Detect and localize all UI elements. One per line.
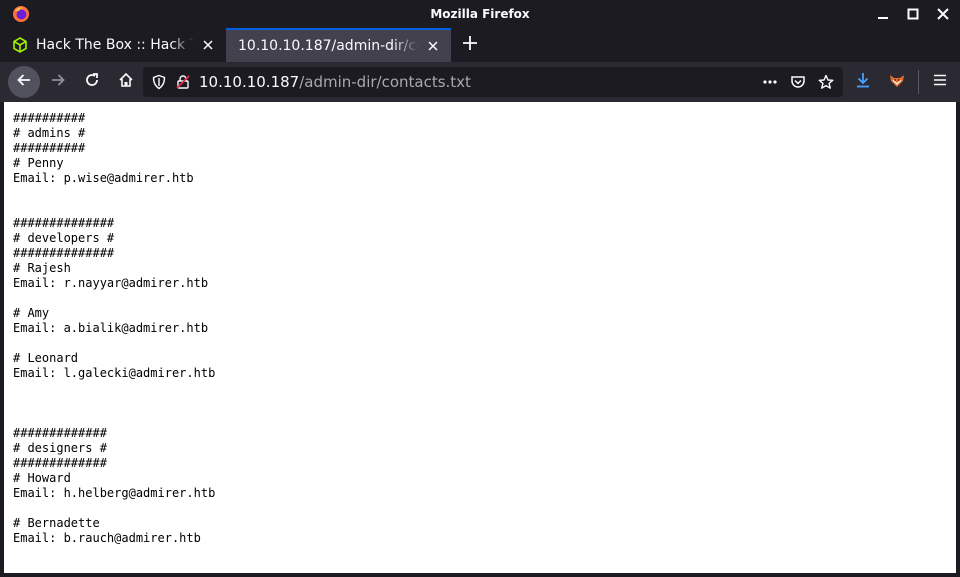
reload-button[interactable] <box>76 66 108 98</box>
tracking-protection-shield-icon[interactable] <box>151 74 167 90</box>
document-line: # Bernadette <box>13 516 100 530</box>
document-line: # Howard <box>13 471 71 485</box>
back-button[interactable] <box>8 66 40 98</box>
page-actions <box>759 71 837 93</box>
document-line: # Leonard <box>13 351 79 365</box>
forward-arrow-icon <box>50 72 66 92</box>
extension-button[interactable] <box>882 66 912 98</box>
document-line: # Penny <box>13 156 64 170</box>
url-bar[interactable]: 10.10.10.187/admin-dir/contacts.txt <box>143 67 843 97</box>
toolbar-separator <box>918 70 919 94</box>
url-host: 10.10.10.187 <box>199 73 300 91</box>
firefox-logo-icon <box>12 5 30 23</box>
tab-strip: Hack The Box :: Hack The Box 10.10.10.18… <box>0 28 960 62</box>
document-line: Email: r.nayyar@admirer.htb <box>13 276 209 290</box>
plus-icon <box>462 35 478 55</box>
document-line: # Rajesh <box>13 261 71 275</box>
close-tab-icon[interactable] <box>425 38 441 54</box>
tab-hackthebox[interactable]: Hack The Box :: Hack The Box <box>0 28 226 62</box>
hamburger-menu-icon <box>932 72 948 92</box>
document-line: # admins # <box>13 126 86 140</box>
document-line: # designers # <box>13 441 107 455</box>
new-tab-button[interactable] <box>453 28 487 62</box>
reload-icon <box>84 72 100 92</box>
insecure-lock-icon[interactable] <box>175 74 191 90</box>
document-line: ############## <box>13 246 115 260</box>
plain-text-document: ########## # admins # ########## # Penny… <box>4 102 956 546</box>
tab-contacts[interactable]: 10.10.10.187/admin-dir/contacts.txt <box>226 28 451 62</box>
page-content: ########## # admins # ########## # Penny… <box>4 102 956 573</box>
document-line: ############## <box>13 216 115 230</box>
tab-label: 10.10.10.187/admin-dir/contacts.txt <box>238 38 419 54</box>
document-line: ########## <box>13 111 86 125</box>
document-line: ########## <box>13 141 86 155</box>
document-line: ############# <box>13 456 107 470</box>
download-arrow-icon <box>855 72 871 92</box>
tab-label: Hack The Box :: Hack The Box <box>36 37 194 53</box>
more-dots-icon[interactable] <box>759 71 781 93</box>
window-controls <box>874 5 952 23</box>
document-line: Email: b.rauch@admirer.htb <box>13 531 201 545</box>
minimize-icon[interactable] <box>874 5 892 23</box>
star-icon[interactable] <box>815 71 837 93</box>
url-path: /admin-dir/contacts.txt <box>299 73 471 91</box>
hackthebox-cube-icon <box>12 37 28 53</box>
downloads-button[interactable] <box>848 66 878 98</box>
document-line: Email: h.helberg@admirer.htb <box>13 486 216 500</box>
toolbar-right <box>848 66 955 98</box>
navigation-toolbar: 10.10.10.187/admin-dir/contacts.txt <box>0 62 960 102</box>
home-icon <box>118 72 134 92</box>
document-line: # developers # <box>13 231 115 245</box>
document-line: ############# <box>13 426 107 440</box>
window-title: Mozilla Firefox <box>430 7 530 21</box>
menu-button[interactable] <box>925 66 955 98</box>
document-line: Email: p.wise@admirer.htb <box>13 171 194 185</box>
document-line: Email: a.bialik@admirer.htb <box>13 321 209 335</box>
document-line: Email: l.galecki@admirer.htb <box>13 366 216 380</box>
close-tab-icon[interactable] <box>200 37 216 53</box>
window-titlebar: Mozilla Firefox <box>0 0 960 28</box>
url-text[interactable]: 10.10.10.187/admin-dir/contacts.txt <box>199 73 471 91</box>
home-button[interactable] <box>110 66 142 98</box>
back-arrow-icon <box>16 72 32 92</box>
pocket-icon[interactable] <box>787 71 809 93</box>
extension-fox-icon <box>888 71 906 93</box>
maximize-icon[interactable] <box>904 5 922 23</box>
forward-button[interactable] <box>42 66 74 98</box>
close-window-icon[interactable] <box>934 5 952 23</box>
document-line: # Amy <box>13 306 50 320</box>
